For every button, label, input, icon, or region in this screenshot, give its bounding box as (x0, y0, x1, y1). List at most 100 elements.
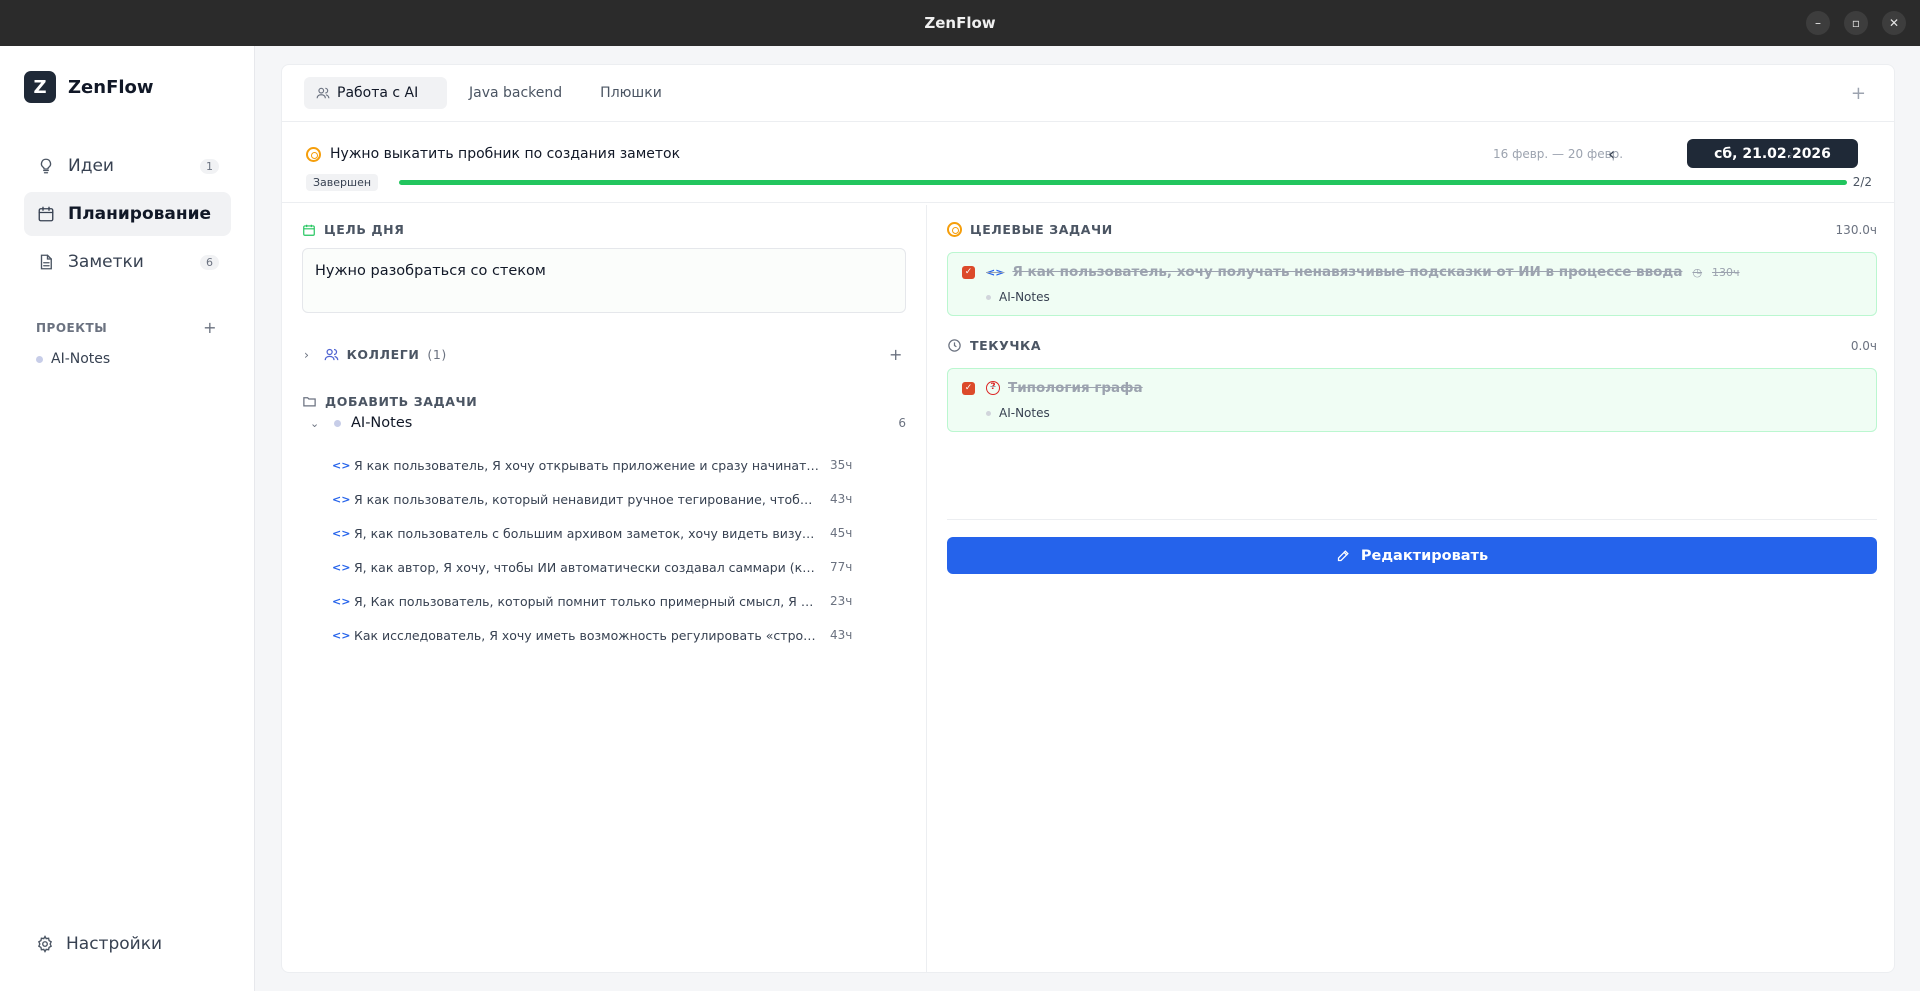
tab-label: Java backend (469, 85, 563, 101)
project-name: AI-Notes (999, 406, 1050, 420)
target-tasks-label: ЦЕЛЕВЫЕ ЗАДАЧИ (970, 222, 1113, 237)
target-tasks-header: ЦЕЛЕВЫЕ ЗАДАЧИ (947, 222, 1113, 237)
add-project-icon[interactable]: + (203, 318, 217, 337)
add-tasks-header: ДОБАВИТЬ ЗАДАЧИ (302, 394, 477, 409)
sidebar-item-label: Заметки (68, 252, 144, 272)
chevron-left-icon[interactable]: ‹ (1608, 144, 1615, 165)
task-title: Я, как автор, Я хочу, чтобы ИИ автоматич… (354, 559, 820, 575)
task-title: Я, как пользователь с большим архивом за… (354, 525, 820, 541)
day-goal-label: ЦЕЛЬ ДНЯ (324, 222, 405, 237)
sidebar-item-notes[interactable]: Заметки 6 (24, 240, 231, 284)
routine-header: ТЕКУЧКА (947, 338, 1041, 353)
count-badge: 6 (200, 254, 219, 270)
task-title: Я, Как пользователь, который помнит толь… (354, 593, 820, 609)
routine-task-card[interactable]: ✓ ? Типология графа AI-Notes (947, 368, 1877, 432)
maximize-icon[interactable]: ▫ (1844, 11, 1868, 35)
target-task-title-text: Я как пользователь, хочу получать ненавя… (1012, 264, 1683, 280)
tab-label: Плюшки (600, 85, 662, 101)
group-name: AI-Notes (351, 415, 413, 431)
list-item[interactable]: <> Как исследователь, Я хочу иметь возмо… (332, 618, 906, 652)
tab-java-backend[interactable]: Java backend (453, 77, 578, 109)
target-task-card[interactable]: ✓ <> Я как пользователь, хочу получать н… (947, 252, 1877, 316)
target-task-project: AI-Notes (986, 290, 1050, 304)
target-task-title: <> Я как пользователь, хочу получать нен… (986, 264, 1740, 280)
checkbox-checked-icon[interactable]: ✓ (962, 382, 975, 395)
list-item[interactable]: <> Я как пользователь, который ненавидит… (332, 482, 906, 516)
edit-label: Редактировать (1360, 547, 1489, 564)
routine-task-title: ? Типология графа (986, 380, 1143, 396)
edit-button[interactable]: Редактировать (947, 537, 1877, 574)
main-panel: Работа с AI Java backend Плюшки + Нужно … (281, 64, 1895, 973)
target-tasks-total: 130.0ч (1835, 223, 1877, 237)
code-icon: <> (332, 526, 351, 540)
tab-ai-work[interactable]: Работа с AI (304, 77, 447, 109)
lightbulb-icon (36, 156, 56, 176)
checkbox-checked-icon[interactable]: ✓ (962, 266, 975, 279)
tab-plyushki[interactable]: Плюшки (584, 77, 678, 109)
task-hours: 43ч (830, 628, 853, 642)
code-icon: <> (332, 492, 351, 506)
list-item[interactable]: <> Я как пользователь, Я хочу открывать … (332, 448, 906, 482)
task-title: Я как пользователь, Я хочу открывать при… (354, 457, 820, 473)
users-icon (324, 348, 338, 361)
add-tab-icon[interactable]: + (1851, 83, 1866, 104)
window-controls: – ▫ ✕ (1806, 11, 1906, 35)
project-group-ai-notes[interactable]: ⌄ AI-Notes 6 (310, 415, 906, 431)
current-date-button[interactable]: сб, 21.02.2026 (1687, 139, 1858, 168)
progress-bar (399, 180, 1847, 185)
day-goal-input[interactable]: Нужно разобраться со стеком (302, 248, 906, 313)
sidebar-nav: Идеи 1 Планирование Заметки 6 (24, 144, 231, 288)
group-count: 6 (898, 416, 906, 430)
clock-icon (948, 339, 961, 352)
status-badge: Завершен (306, 173, 379, 191)
close-icon[interactable]: ✕ (1882, 11, 1906, 35)
task-hours: 45ч (830, 526, 853, 540)
colleagues-header[interactable]: › КОЛЛЕГИ (1) (304, 347, 447, 362)
progress-fill (399, 180, 1847, 185)
minimize-icon[interactable]: – (1806, 11, 1830, 35)
settings-label: Настройки (66, 934, 163, 954)
code-icon: <> (332, 628, 351, 642)
list-item[interactable]: <> Я, как пользователь с большим архивом… (332, 516, 906, 550)
task-list: <> Я как пользователь, Я хочу открывать … (332, 448, 906, 652)
brand-name: ZenFlow (68, 76, 154, 98)
routine-task-title-text: Типология графа (1008, 380, 1143, 396)
gear-icon (37, 935, 53, 953)
colleagues-label: КОЛЛЕГИ (346, 347, 420, 362)
clock-icon: ◷ (1692, 265, 1703, 279)
routine-total: 0.0ч (1850, 339, 1877, 353)
code-icon: <> (332, 458, 351, 472)
target-icon (306, 146, 321, 162)
project-name: AI-Notes (51, 351, 111, 367)
sidebar: Z ZenFlow Идеи 1 Планирование Заметки 6 … (0, 46, 255, 991)
project-dot-icon (986, 294, 991, 300)
users-icon (316, 87, 330, 99)
list-item[interactable]: <> Я, как автор, Я хочу, чтобы ИИ автома… (332, 550, 906, 584)
project-name: AI-Notes (999, 290, 1050, 304)
target-icon (947, 222, 962, 237)
sidebar-item-label: Планирование (68, 204, 212, 224)
sidebar-project-ai-notes[interactable]: AI-Notes (36, 351, 110, 367)
add-colleague-icon[interactable]: + (889, 345, 902, 364)
code-icon: <> (332, 560, 351, 574)
code-icon: <> (332, 594, 351, 608)
divider (282, 202, 1894, 203)
left-column: ЦЕЛЬ ДНЯ Нужно разобраться со стеком › К… (282, 205, 927, 972)
progress-text: 2/2 (1852, 175, 1872, 189)
task-title: Как исследователь, Я хочу иметь возможно… (354, 627, 820, 643)
brand[interactable]: Z ZenFlow (24, 71, 154, 103)
target-task-hours: 130ч (1712, 265, 1740, 279)
status-row: Завершен 2/2 (306, 172, 1872, 192)
tab-bar: Работа с AI Java backend Плюшки (304, 77, 678, 109)
settings-button[interactable]: Настройки (36, 934, 162, 954)
brand-logo: Z (24, 71, 56, 103)
goal-title: Нужно выкатить пробник по создания замет… (306, 146, 680, 162)
day-goal-header: ЦЕЛЬ ДНЯ (302, 222, 404, 237)
sidebar-item-ideas[interactable]: Идеи 1 (24, 144, 231, 188)
window-titlebar: ZenFlow – ▫ ✕ (0, 0, 1920, 46)
pencil-icon (1337, 550, 1349, 562)
sidebar-item-planning[interactable]: Планирование (24, 192, 231, 236)
list-item[interactable]: <> Я, Как пользователь, который помнит т… (332, 584, 906, 618)
chevron-right-icon[interactable]: › (1787, 144, 1794, 165)
task-hours: 43ч (830, 492, 853, 506)
